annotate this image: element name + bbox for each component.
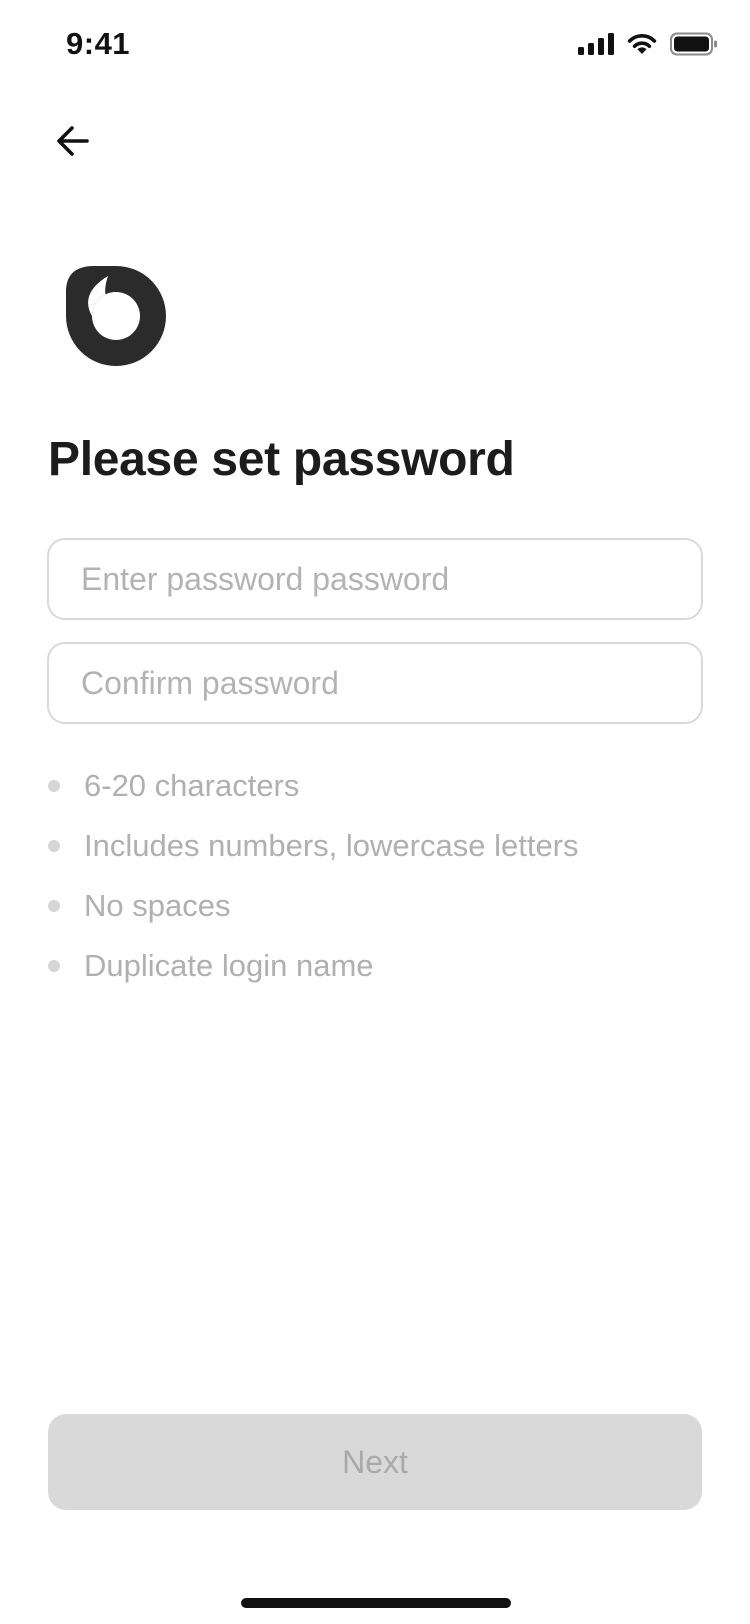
confirm-password-field[interactable]	[47, 642, 703, 724]
cellular-signal-icon	[578, 33, 614, 55]
status-icons	[578, 32, 718, 56]
password-rules-list: 6-20 characters Includes numbers, lowerc…	[48, 756, 579, 996]
confirm-password-input[interactable]	[49, 644, 701, 722]
page-title: Please set password	[48, 433, 515, 486]
status-time: 9:41	[66, 26, 131, 61]
bullet-icon	[48, 840, 60, 852]
password-rule: Includes numbers, lowercase letters	[48, 816, 579, 876]
rule-text: 6-20 characters	[84, 768, 300, 803]
set-password-screen: 9:41 Please set password 6-20 characters…	[0, 0, 750, 1624]
rule-text: No spaces	[84, 888, 231, 923]
bullet-icon	[48, 960, 60, 972]
app-logo-icon	[66, 266, 166, 366]
rule-text: Duplicate login name	[84, 948, 374, 983]
password-rule: Duplicate login name	[48, 936, 579, 996]
bullet-icon	[48, 900, 60, 912]
status-bar: 9:41	[0, 0, 750, 90]
home-indicator	[241, 1598, 511, 1608]
password-field[interactable]	[47, 538, 703, 620]
password-rule: No spaces	[48, 876, 579, 936]
wifi-icon	[627, 34, 657, 54]
password-input[interactable]	[49, 540, 701, 618]
bullet-icon	[48, 780, 60, 792]
back-button[interactable]	[48, 116, 98, 166]
arrow-left-icon	[57, 126, 89, 156]
next-button[interactable]: Next	[48, 1414, 702, 1510]
password-rule: 6-20 characters	[48, 756, 579, 816]
rule-text: Includes numbers, lowercase letters	[84, 828, 579, 863]
battery-icon	[670, 32, 717, 56]
